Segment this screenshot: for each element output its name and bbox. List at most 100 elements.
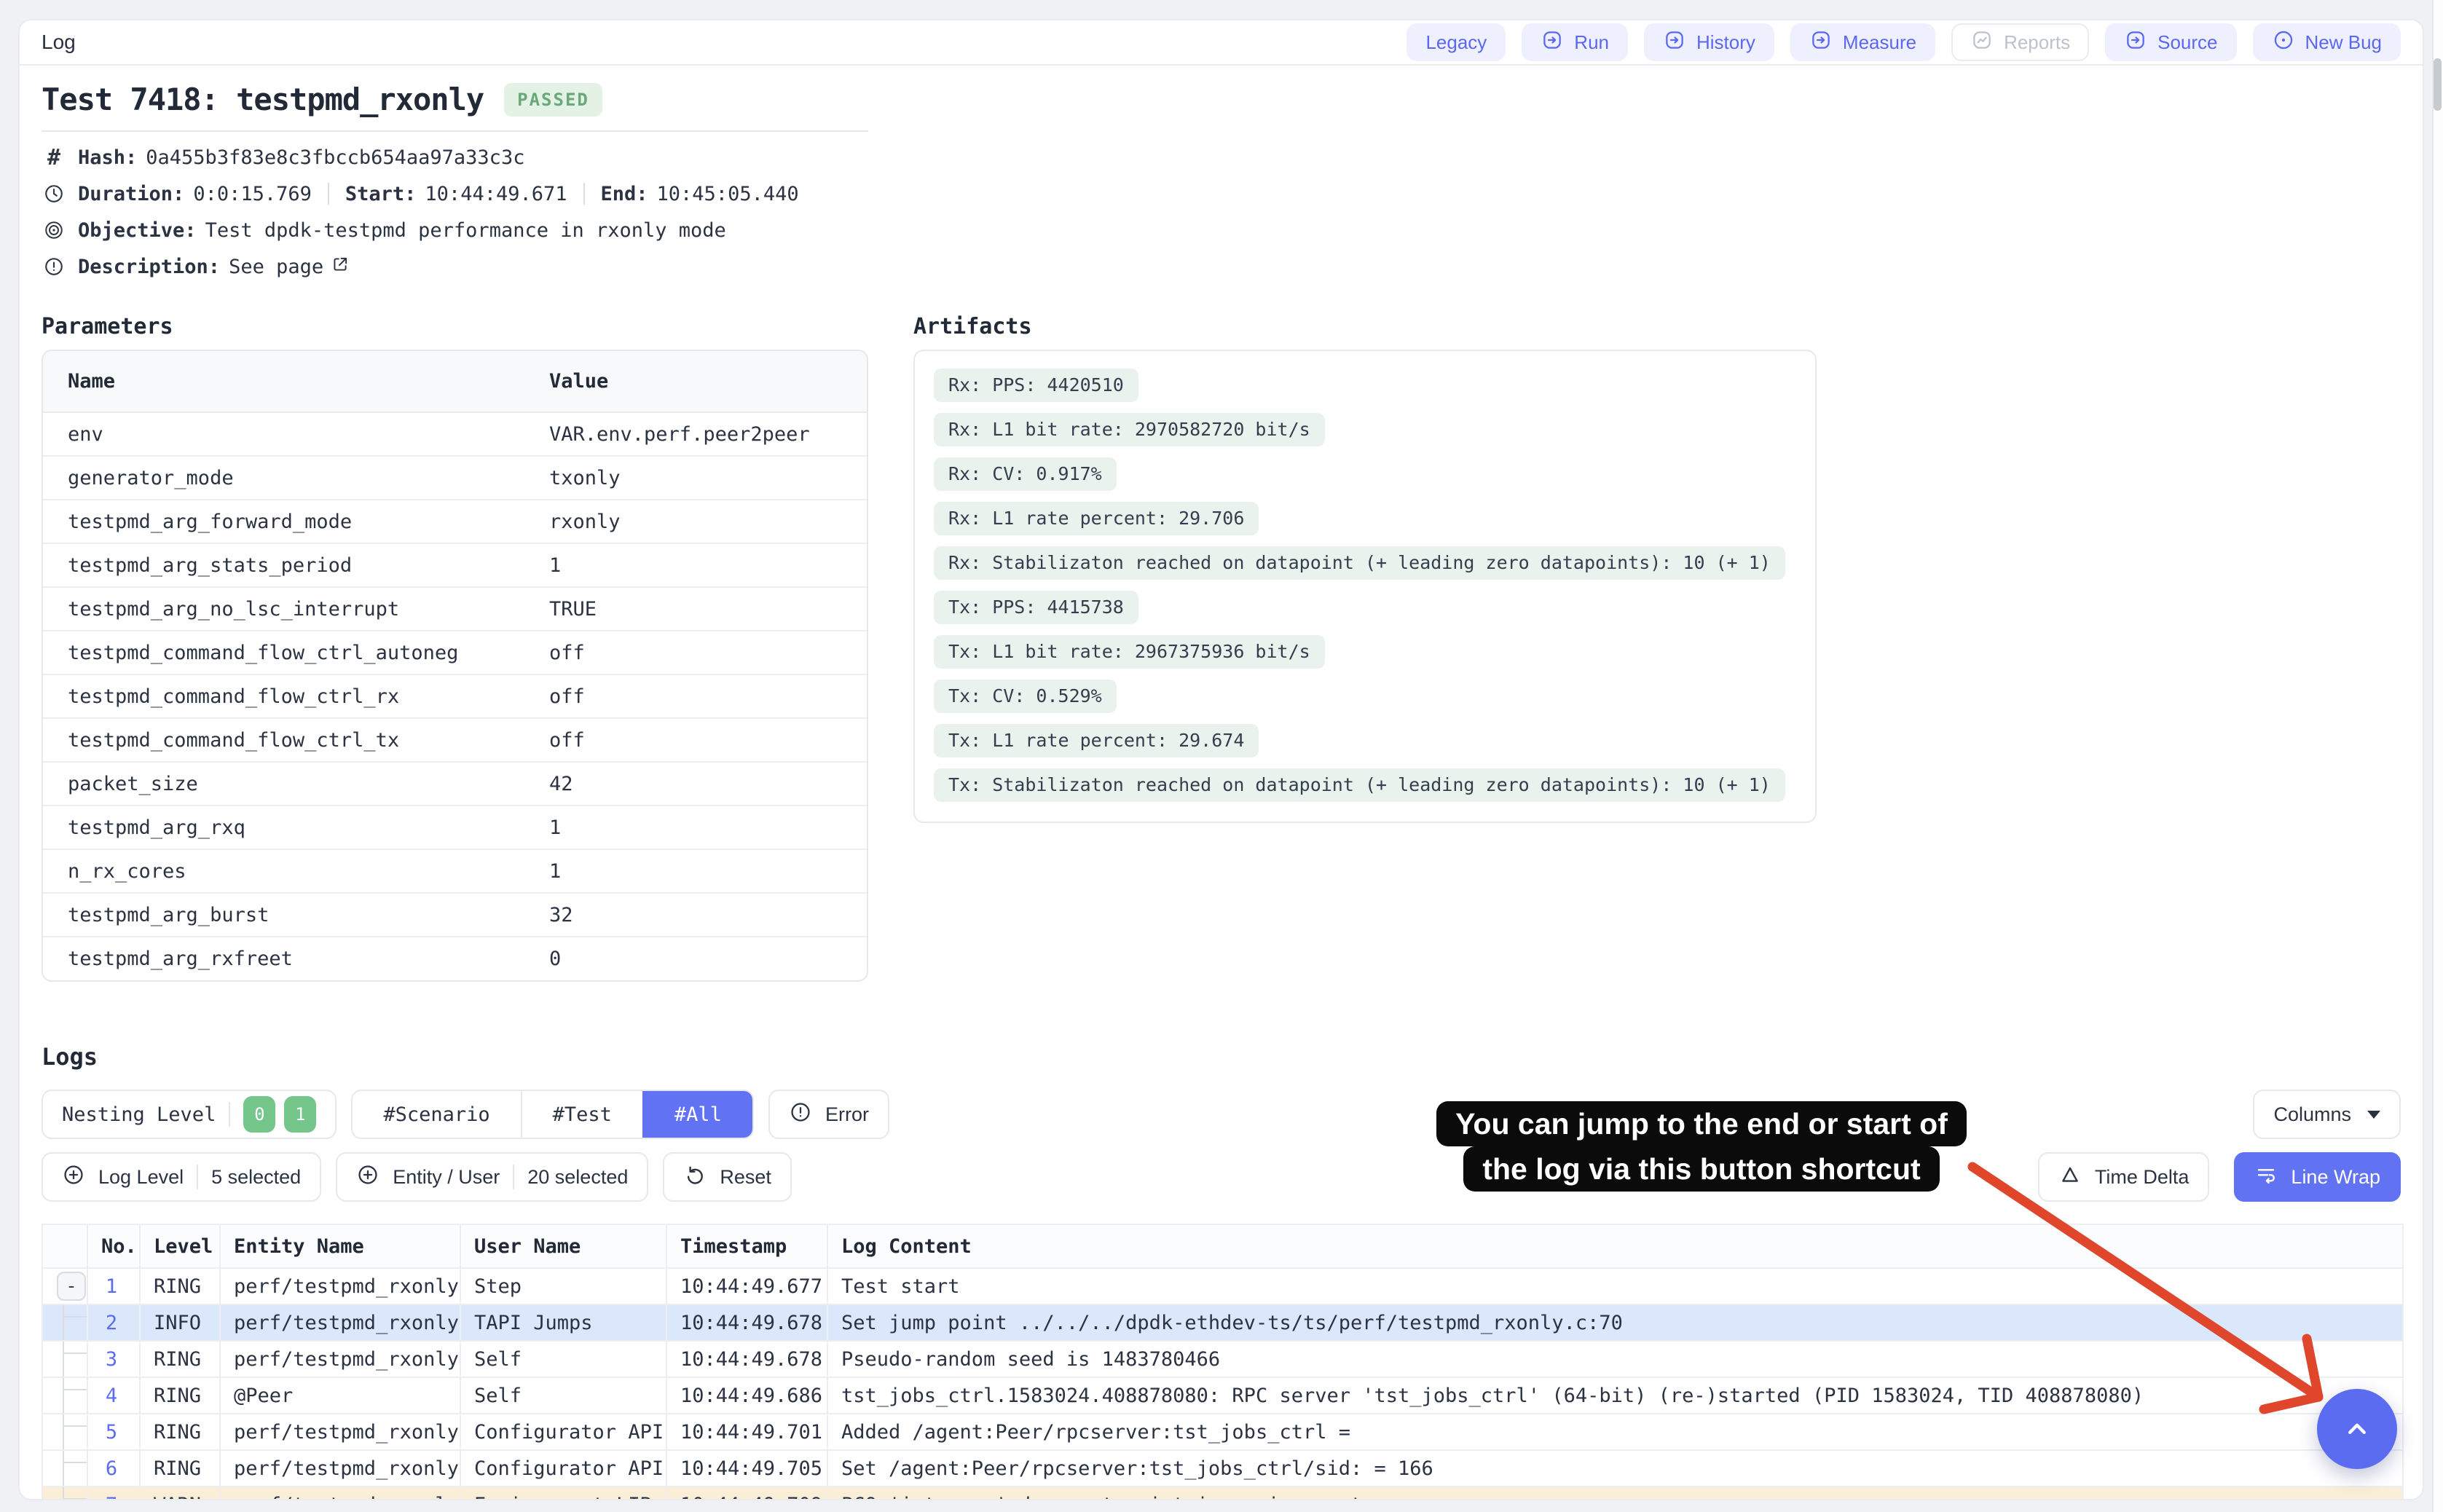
tooltip-line-2: the log via this button shortcut — [1463, 1146, 1939, 1192]
description-row: Description: See page — [42, 248, 2401, 285]
scope-segment-test[interactable]: #Test — [521, 1091, 642, 1138]
artifact-chip: Tx: L1 rate percent: 29.674 — [934, 724, 1259, 757]
nesting-level-chip[interactable]: 1 — [284, 1096, 316, 1133]
nesting-level-chips: 01 — [243, 1096, 316, 1133]
log-row-tree-cell — [42, 1414, 87, 1450]
entity-user-filter[interactable]: Entity / User 20 selected — [336, 1152, 648, 1202]
scrollbar-thumb[interactable] — [2434, 58, 2442, 111]
artifact-chip: Rx: L1 bit rate: 2970582720 bit/s — [934, 413, 1325, 446]
meta-separator — [583, 183, 585, 205]
parameter-name: generator_mode — [43, 456, 524, 500]
log-row-level: RING — [140, 1268, 220, 1304]
log-row-level: RING — [140, 1450, 220, 1487]
log-row-content: Set /agent:Peer/rpcserver:tst_jobs_ctrl/… — [827, 1450, 2403, 1487]
log-row-number-link[interactable]: 5 — [88, 1421, 139, 1444]
see-page-link[interactable]: See page — [229, 255, 350, 279]
log-row-number-cell: 1 — [87, 1268, 140, 1304]
log-row-number-cell: 3 — [87, 1341, 140, 1377]
log-row-level: RING — [140, 1377, 220, 1414]
tree-line-vertical — [63, 1451, 64, 1486]
run-button[interactable]: Run — [1522, 23, 1628, 61]
log-row-number-link[interactable]: 2 — [88, 1312, 139, 1334]
log-row[interactable]: 7WARNperf/testpmd_rxonlyEnvironment LIB1… — [42, 1487, 2403, 1500]
log-row[interactable]: 4RING@PeerSelf10:44:49.686tst_jobs_ctrl.… — [42, 1377, 2403, 1414]
log-row-number-link[interactable]: 6 — [88, 1457, 139, 1480]
log-row-content: Set jump point ../../../dpdk-ethdev-ts/t… — [827, 1304, 2403, 1341]
log-row-number-link[interactable]: 7 — [88, 1494, 139, 1501]
log-row[interactable]: -1RINGperf/testpmd_rxonlyStep10:44:49.67… — [42, 1268, 2403, 1304]
error-filter-button[interactable]: Error — [768, 1090, 889, 1139]
scrollbar-track[interactable] — [2432, 0, 2443, 1512]
log-row-timestamp: 10:44:49.677 — [666, 1268, 827, 1304]
tree-line-branch — [63, 1316, 87, 1318]
artifact-chip: Tx: PPS: 4415738 — [934, 591, 1138, 624]
log-row[interactable]: 6RINGperf/testpmd_rxonlyConfigurator API… — [42, 1450, 2403, 1487]
measure-button[interactable]: Measure — [1790, 23, 1935, 61]
tree-line-branch — [63, 1389, 87, 1390]
collapse-button[interactable]: - — [57, 1272, 86, 1301]
parameter-row: testpmd_arg_burst32 — [43, 893, 867, 937]
plus-circle-icon — [62, 1163, 85, 1192]
reset-icon — [683, 1163, 707, 1192]
jump-to-top-button[interactable] — [2317, 1389, 2397, 1469]
scope-segment-scenario[interactable]: #Scenario — [353, 1091, 520, 1138]
columns-dropdown[interactable]: Columns — [2253, 1090, 2401, 1139]
tree-line-branch — [63, 1352, 87, 1354]
nesting-level-label: Nesting Level — [62, 1103, 216, 1126]
tree-line-branch — [63, 1498, 87, 1500]
history-button[interactable]: History — [1644, 23, 1774, 61]
artifact-chip: Tx: L1 bit rate: 2967375936 bit/s — [934, 635, 1325, 669]
reset-filters-button[interactable]: Reset — [663, 1152, 792, 1202]
artifact-chip: Rx: PPS: 4420510 — [934, 369, 1138, 402]
log-col-no: No. — [87, 1224, 140, 1268]
run-icon — [1541, 28, 1564, 57]
hash-row: # Hash: 0a455b3f83e8c3fbccb654aa97a33c3c — [42, 139, 2401, 176]
entity-user-count: 20 selected — [527, 1166, 628, 1189]
log-row[interactable]: 5RINGperf/testpmd_rxonlyConfigurator API… — [42, 1414, 2403, 1450]
log-row-number-link[interactable]: 4 — [88, 1385, 139, 1407]
legacy-button-label: Legacy — [1425, 31, 1487, 54]
objective-value: Test dpdk-testpmd performance in rxonly … — [205, 219, 726, 242]
clock-icon — [42, 183, 66, 205]
new-bug-button[interactable]: New Bug — [2253, 23, 2401, 61]
scope-segmented-control: #Scenario#Test#All — [351, 1090, 754, 1139]
log-row-entity: perf/testpmd_rxonly — [220, 1414, 460, 1450]
error-label: Error — [825, 1103, 869, 1126]
log-col-timestamp: Timestamp — [666, 1224, 827, 1268]
log-row-user: Configurator API — [460, 1414, 666, 1450]
filter-divider — [513, 1165, 514, 1189]
log-col-user: User Name — [460, 1224, 666, 1268]
parameter-value: 1 — [524, 806, 867, 849]
nesting-level-filter[interactable]: Nesting Level 01 — [42, 1090, 337, 1139]
log-row[interactable]: 2INFOperf/testpmd_rxonlyTAPI Jumps10:44:… — [42, 1304, 2403, 1341]
log-row-timestamp: 10:44:49.678 — [666, 1304, 827, 1341]
log-level-filter[interactable]: Log Level 5 selected — [42, 1152, 321, 1202]
columns-label: Columns — [2273, 1103, 2351, 1126]
duration-value: 0:0:15.769 — [193, 183, 312, 205]
log-row-number-link[interactable]: 1 — [88, 1275, 139, 1298]
log-row-user: Self — [460, 1377, 666, 1414]
timing-row: Duration: 0:0:15.769 Start: 10:44:49.671… — [42, 176, 2401, 212]
log-row-entity: perf/testpmd_rxonly — [220, 1487, 460, 1500]
tree-line-vertical — [63, 1414, 64, 1449]
source-button[interactable]: Source — [2105, 23, 2236, 61]
artifacts-section: Artifacts Rx: PPS: 4420510Rx: L1 bit rat… — [913, 314, 1817, 823]
parameter-value: VAR.env.perf.peer2peer — [524, 412, 867, 456]
legacy-button[interactable]: Legacy — [1407, 23, 1506, 61]
reset-label: Reset — [720, 1166, 771, 1189]
log-row-number-cell: 7 — [87, 1487, 140, 1500]
parameters-col-value: Value — [524, 351, 867, 412]
log-row[interactable]: 3RINGperf/testpmd_rxonlySelf10:44:49.678… — [42, 1341, 2403, 1377]
parameter-name: testpmd_command_flow_ctrl_autoneg — [43, 631, 524, 674]
parameter-row: testpmd_arg_stats_period1 — [43, 543, 867, 587]
parameter-row: packet_size42 — [43, 762, 867, 806]
nesting-level-chip[interactable]: 0 — [243, 1096, 275, 1133]
log-row-user: Environment LIB — [460, 1487, 666, 1500]
objective-row: Objective: Test dpdk-testpmd performance… — [42, 212, 2401, 248]
log-row-level: WARN — [140, 1487, 220, 1500]
log-row-number-link[interactable]: 3 — [88, 1348, 139, 1371]
line-wrap-button[interactable]: Line Wrap — [2234, 1152, 2401, 1202]
scope-segment-all[interactable]: #All — [642, 1091, 752, 1138]
parameters-header-row: Name Value — [43, 351, 867, 412]
annotation-tooltip: You can jump to the end or start of the … — [1264, 1101, 2139, 1192]
